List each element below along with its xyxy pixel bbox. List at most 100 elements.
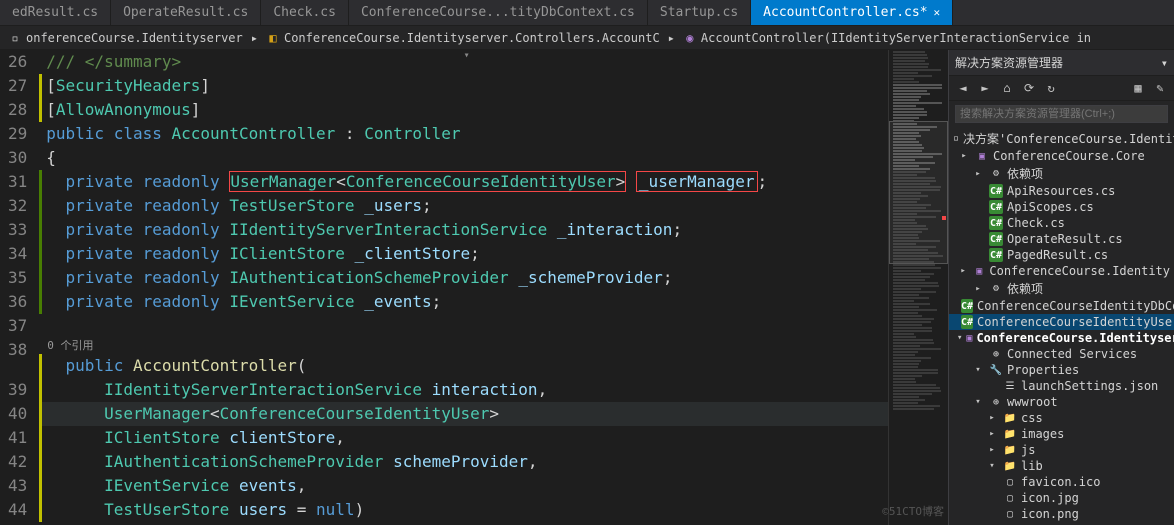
show-all-icon[interactable]: ▦ xyxy=(1130,80,1146,96)
tab-label: ConferenceCourse...tityDbContext.cs xyxy=(361,5,635,20)
forward-icon[interactable]: ► xyxy=(977,80,993,96)
tree-node[interactable]: C#PagedResult.cs xyxy=(949,247,1174,263)
tree-node[interactable]: C#OperateResult.cs xyxy=(949,231,1174,247)
tree-label: Properties xyxy=(1007,363,1079,377)
tree-node[interactable]: C#ApiResources.cs xyxy=(949,183,1174,199)
tab-label: edResult.cs xyxy=(12,5,98,20)
watermark: ©51CTO博客 xyxy=(882,503,944,519)
editor-tabs: edResult.cs OperateResult.csCheck.cs Confe… xyxy=(0,0,1174,26)
code-line[interactable]: private readonly IEventService _events; xyxy=(39,290,888,314)
tree-label: icon.jpg xyxy=(1021,491,1079,505)
solution-explorer-header: 解决方案资源管理器 ▾ xyxy=(949,50,1174,76)
tree-node[interactable]: ▢icon.png xyxy=(949,506,1174,522)
tree-node[interactable]: ▾⊕wwwroot xyxy=(949,394,1174,410)
chevron-icon[interactable]: ▾ xyxy=(971,363,985,377)
chevron-icon[interactable]: ▸ xyxy=(971,282,985,296)
breadcrumb-member[interactable]: ◉ AccountController(IIdentityServerInter… xyxy=(683,31,1091,45)
code-line[interactable]: UserManager<ConferenceCourseIdentityUser… xyxy=(39,402,888,426)
sync-icon[interactable]: ⟳ xyxy=(1021,80,1037,96)
minimap-viewport[interactable] xyxy=(889,121,948,264)
tree-node[interactable]: C#ConferenceCourseIdentityDbContex xyxy=(949,298,1174,314)
code-editor[interactable]: 2627282930313233343536373839404142434445… xyxy=(0,50,948,525)
code-line[interactable]: { xyxy=(39,146,888,170)
tree-node[interactable]: ▸📁css xyxy=(949,410,1174,426)
tree-node[interactable]: ⊕Connected Services xyxy=(949,346,1174,362)
tree-node[interactable]: C#ConferenceCourseIdentityUser.cs xyxy=(949,314,1174,330)
ruler-marker: ▾ xyxy=(464,50,474,58)
refresh-icon[interactable]: ↻ xyxy=(1043,80,1059,96)
minimap[interactable] xyxy=(888,50,948,525)
tree-label: ConferenceCourse.Identity xyxy=(989,264,1170,278)
back-icon[interactable]: ◄ xyxy=(955,80,971,96)
tree-node[interactable]: ▸⚙依赖项 xyxy=(949,164,1174,183)
code-line[interactable]: IIdentityServerInteractionService intera… xyxy=(39,378,888,402)
tree-node[interactable]: C#ApiScopes.cs xyxy=(949,199,1174,215)
chevron-icon[interactable]: ▸ xyxy=(985,443,999,457)
tree-label: ConferenceCourse.Core xyxy=(993,149,1145,163)
code-line[interactable]: TestUserStore users = null) xyxy=(39,498,888,522)
breadcrumb-ns-text: onferenceCourse.Identityserver xyxy=(26,31,243,45)
tree-label: icon.png xyxy=(1021,507,1079,521)
code-line[interactable]: private readonly UserManager<ConferenceC… xyxy=(39,170,888,194)
solution-tree[interactable]: ▫ 决方案'ConferenceCourse.Identityserver' ▸… xyxy=(949,127,1174,525)
tree-node[interactable]: ▸▣ConferenceCourse.Core xyxy=(949,148,1174,164)
code-line[interactable]: private readonly IClientStore _clientSto… xyxy=(39,242,888,266)
tree-label: PagedResult.cs xyxy=(1007,248,1108,262)
tree-node[interactable]: ▸▣ConferenceCourse.Identity xyxy=(949,263,1174,279)
code-line[interactable]: [SecurityHeaders] xyxy=(39,74,888,98)
tree-label: OperateResult.cs xyxy=(1007,232,1123,246)
code-line[interactable]: private readonly IAuthenticationSchemePr… xyxy=(39,266,888,290)
chevron-icon[interactable]: ▸ xyxy=(985,427,999,441)
editor-tab[interactable]: edResult.cs xyxy=(0,0,111,25)
code-line[interactable]: IAuthenticationSchemeProvider schemeProv… xyxy=(39,450,888,474)
chevron-icon[interactable]: ▸ xyxy=(971,167,985,181)
code-line[interactable]: IClientStore clientStore, xyxy=(39,426,888,450)
tree-node[interactable]: ▸📁js xyxy=(949,442,1174,458)
chevron-icon[interactable]: ▾ xyxy=(985,459,999,473)
tree-node[interactable]: ▸📁images xyxy=(949,426,1174,442)
solution-explorer: 解决方案资源管理器 ▾ ◄ ► ⌂ ⟳ ↻ ▦ ✎ ▫ 决方案'Conferen… xyxy=(948,50,1174,525)
solution-icon: ▫ xyxy=(953,132,959,146)
code-line[interactable]: IEventService events, xyxy=(39,474,888,498)
code-line[interactable]: private readonly TestUserStore _users; xyxy=(39,194,888,218)
editor-tab[interactable]: OperateResult.cs xyxy=(111,0,261,25)
solution-search-input[interactable] xyxy=(955,105,1168,123)
code-area[interactable]: ▾ /// </summary>[SecurityHeaders][AllowA… xyxy=(39,50,888,525)
chevron-icon[interactable]: ▸ xyxy=(957,264,969,278)
chevron-icon[interactable]: ▸ xyxy=(985,411,999,425)
method-icon: ◉ xyxy=(683,31,697,45)
properties-icon[interactable]: ✎ xyxy=(1152,80,1168,96)
breadcrumb-namespace[interactable]: ▫ onferenceCourse.Identityserver xyxy=(8,31,243,45)
breadcrumb-class[interactable]: ◧ ConferenceCourse.Identityserver.Contro… xyxy=(266,31,660,45)
tree-node[interactable]: ▾▣ConferenceCourse.Identityserver xyxy=(949,330,1174,346)
code-line[interactable]: private readonly IIdentityServerInteract… xyxy=(39,218,888,242)
code-line[interactable]: [AllowAnonymous] xyxy=(39,98,888,122)
chevron-icon[interactable]: ▸ xyxy=(957,149,971,163)
tree-label: lib xyxy=(1021,459,1043,473)
tree-node[interactable]: ▸⚙依赖项 xyxy=(949,279,1174,298)
tree-node[interactable]: ▢icon.jpg xyxy=(949,490,1174,506)
tree-label: ConferenceCourse.Identityserver xyxy=(976,331,1174,345)
editor-tab[interactable]: AccountController.cs*✕ xyxy=(751,0,953,25)
tree-label: ConferenceCourseIdentityDbContex xyxy=(977,299,1174,313)
tree-label: ApiScopes.cs xyxy=(1007,200,1094,214)
chevron-icon[interactable]: ▾ xyxy=(971,395,985,409)
tree-label: favicon.ico xyxy=(1021,475,1100,489)
tree-node[interactable]: ▾📁lib xyxy=(949,458,1174,474)
editor-tab[interactable]: Startup.cs xyxy=(648,0,751,25)
tree-node[interactable]: ▾🔧Properties xyxy=(949,362,1174,378)
panel-menu-icon[interactable]: ▾ xyxy=(1161,56,1168,70)
code-line[interactable] xyxy=(39,314,888,338)
tree-node[interactable]: ☰launchSettings.json xyxy=(949,378,1174,394)
editor-tab[interactable]: Check.cs xyxy=(261,0,349,25)
home-icon[interactable]: ⌂ xyxy=(999,80,1015,96)
code-line[interactable]: public AccountController( xyxy=(39,354,888,378)
chevron-icon[interactable]: ▾ xyxy=(957,331,962,345)
solution-node[interactable]: ▫ 决方案'ConferenceCourse.Identityserver' xyxy=(949,129,1174,148)
close-icon[interactable]: ✕ xyxy=(934,6,941,19)
code-line[interactable]: public class AccountController : Control… xyxy=(39,122,888,146)
codelens[interactable]: 0 个引用 xyxy=(39,338,888,354)
tree-node[interactable]: ▢favicon.ico xyxy=(949,474,1174,490)
editor-tab[interactable]: ConferenceCourse...tityDbContext.cs xyxy=(349,0,648,25)
tree-node[interactable]: C#Check.cs xyxy=(949,215,1174,231)
